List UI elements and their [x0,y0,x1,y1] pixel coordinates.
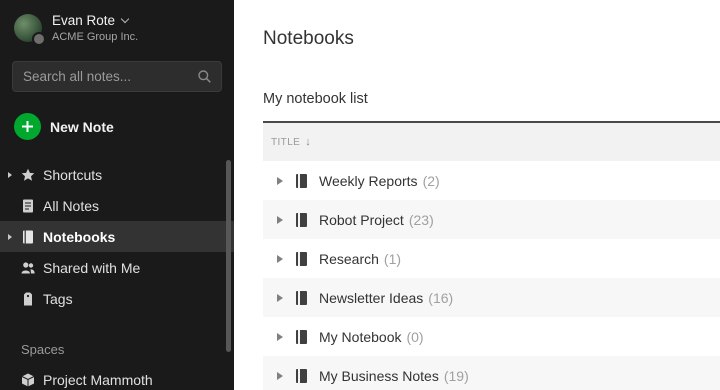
space-label: Project Mammoth [43,372,153,388]
table-row[interactable]: My Notebook (0) [263,317,720,356]
page-title: Notebooks [263,28,354,49]
notebook-name: My Notebook [319,328,402,345]
notebook-name: Robot Project [319,211,404,228]
sidebar-item-label: Shortcuts [43,166,103,183]
table-row[interactable]: Newsletter Ideas (16) [263,278,720,317]
sidebar-item-notebooks[interactable]: Notebooks [0,221,234,252]
tag-icon [24,292,32,305]
note-count: (19) [443,367,469,384]
sidebar: Evan Rote ACME Group Inc. Search all not… [0,0,234,390]
main-panel: Notebooks My notebook list TITLE ↓ Weekl… [234,0,720,390]
notebook-icon [296,368,307,383]
plus-icon [14,113,41,140]
table-row[interactable]: Weekly Reports (2) [263,161,720,200]
sidebar-item-label: Tags [43,290,73,307]
notebook-icon [296,290,307,305]
people-icon [21,261,35,273]
expand-arrow-icon[interactable] [277,371,283,380]
notebook-name: Newsletter Ideas [319,289,424,306]
note-count: (0) [406,328,424,345]
expand-arrow-icon[interactable] [8,233,12,240]
sidebar-nav: Shortcuts All Notes Notebooks Shared wit… [0,159,234,314]
sidebar-item-all-notes[interactable]: All Notes [0,190,234,221]
business-badge-icon [32,32,46,46]
note-count: (16) [428,289,454,306]
expand-arrow-icon[interactable] [8,171,12,178]
sort-arrow-icon: ↓ [305,136,312,148]
notebook-name: My Business Notes [319,367,439,384]
expand-arrow-icon[interactable] [277,215,283,224]
account-switcher[interactable]: Evan Rote ACME Group Inc. [14,13,138,46]
sidebar-item-label: Shared with Me [43,259,141,276]
notebook-name: Research [319,250,379,267]
account-info: Evan Rote ACME Group Inc. [52,13,138,43]
list-heading: My notebook list [263,91,368,107]
notebook-list: Weekly Reports (2) Robot Project (23) Rese… [263,161,720,390]
new-note-button[interactable]: New Note [14,113,114,140]
spaces-heading: Spaces [21,342,65,357]
note-count: (2) [422,172,440,189]
note-count: (23) [408,211,434,228]
account-name: Evan Rote [52,13,116,28]
notebook-icon [23,230,33,243]
search-icon [198,70,211,83]
sidebar-item-tags[interactable]: Tags [0,283,234,314]
avatar [14,14,46,46]
column-header-title[interactable]: TITLE ↓ [263,123,720,161]
new-note-label: New Note [50,118,114,135]
sidebar-item-shortcuts[interactable]: Shortcuts [0,159,234,190]
sidebar-item-label: All Notes [43,197,100,214]
expand-arrow-icon[interactable] [277,176,283,185]
table-row[interactable]: Research (1) [263,239,720,278]
notebook-icon [296,212,307,227]
sidebar-item-label: Notebooks [43,228,116,245]
column-header-label: TITLE [271,136,301,148]
search-input[interactable]: Search all notes... [12,61,222,92]
notebook-name: Weekly Reports [319,172,418,189]
sidebar-scrollbar[interactable] [226,160,231,352]
space-item-project-mammoth[interactable]: Project Mammoth [0,368,234,390]
chevron-down-icon [120,14,130,24]
note-icon [23,199,33,212]
expand-arrow-icon[interactable] [277,293,283,302]
account-organization: ACME Group Inc. [52,31,139,43]
table-row[interactable]: Robot Project (23) [263,200,720,239]
expand-arrow-icon[interactable] [277,332,283,341]
search-placeholder: Search all notes... [23,69,132,84]
notebook-icon [296,251,307,266]
table-row[interactable]: My Business Notes (19) [263,356,720,390]
notebook-icon [296,329,307,344]
expand-arrow-icon[interactable] [277,254,283,263]
cube-icon [21,373,35,387]
sidebar-item-shared-with-me[interactable]: Shared with Me [0,252,234,283]
star-icon [21,168,35,181]
note-count: (1) [383,250,402,267]
notebook-icon [296,173,307,188]
